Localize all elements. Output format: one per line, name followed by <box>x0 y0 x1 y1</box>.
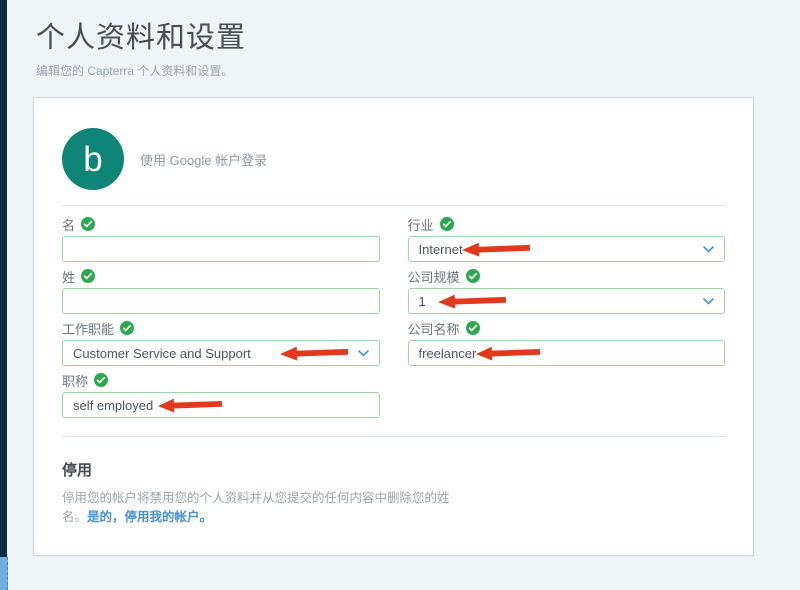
company-size-select[interactable]: 1 <box>408 288 726 314</box>
deactivate-title: 停用 <box>62 459 725 480</box>
profile-settings-card: b 使用 Google 帐户登录 名 姓 <box>33 97 754 556</box>
field-job-function: 工作职能 Customer Service and Support <box>62 320 380 366</box>
last-name-input[interactable] <box>62 288 380 314</box>
job-function-label: 工作职能 <box>62 319 114 338</box>
first-name-input[interactable] <box>62 236 380 262</box>
google-signin-text: 使用 Google 帐户登录 <box>140 150 267 169</box>
avatar-initial: b <box>83 142 102 177</box>
job-title-label: 职称 <box>62 371 88 390</box>
company-name-label: 公司名称 <box>408 319 460 338</box>
section-divider <box>62 436 725 437</box>
form-column-left: 名 姓 <box>62 216 380 424</box>
valid-check-icon <box>120 321 134 335</box>
job-function-selected-value: Customer Service and Support <box>73 346 251 361</box>
job-title-input[interactable] <box>62 392 380 418</box>
valid-check-icon <box>440 217 454 231</box>
left-edge-blue-strip <box>0 557 8 590</box>
deactivate-description: 停用您的帐户将禁用您的个人资料并从您提交的任何内容中删除您的姓名。是的，停用我的… <box>62 489 464 527</box>
company-size-label: 公司规模 <box>408 267 460 286</box>
avatar: b <box>62 128 124 190</box>
left-edge-dark-strip <box>0 0 7 557</box>
account-header-row: b 使用 Google 帐户登录 <box>62 128 725 190</box>
field-company-name: 公司名称 <box>408 320 726 366</box>
field-company-size: 公司规模 1 <box>408 268 726 314</box>
industry-label: 行业 <box>408 215 434 234</box>
page-title: 个人资料和设置 <box>36 14 246 56</box>
deactivate-section: 停用 停用您的帐户将禁用您的个人资料并从您提交的任何内容中删除您的姓名。是的，停… <box>62 459 725 527</box>
job-function-select[interactable]: Customer Service and Support <box>62 340 380 366</box>
form-column-right: 行业 Internet <box>408 216 726 424</box>
valid-check-icon <box>94 373 108 387</box>
industry-selected-value: Internet <box>419 242 463 257</box>
field-job-title: 职称 <box>62 372 380 418</box>
valid-check-icon <box>81 269 95 283</box>
section-divider <box>62 205 725 206</box>
industry-select[interactable]: Internet <box>408 236 726 262</box>
valid-check-icon <box>466 269 480 283</box>
valid-check-icon <box>81 217 95 231</box>
field-last-name: 姓 <box>62 268 380 314</box>
chevron-down-icon <box>358 350 369 357</box>
company-name-input[interactable] <box>408 340 726 366</box>
chevron-down-icon <box>703 298 714 305</box>
company-size-selected-value: 1 <box>419 294 426 309</box>
chevron-down-icon <box>703 246 714 253</box>
field-industry: 行业 Internet <box>408 216 726 262</box>
valid-check-icon <box>466 321 480 335</box>
profile-form: 名 姓 <box>62 216 725 424</box>
first-name-label: 名 <box>62 215 75 234</box>
field-first-name: 名 <box>62 216 380 262</box>
last-name-label: 姓 <box>62 267 75 286</box>
deactivate-account-link[interactable]: 是的，停用我的帐户。 <box>87 510 212 524</box>
page-subtitle: 编辑您的 Capterra 个人资料和设置。 <box>36 62 233 79</box>
